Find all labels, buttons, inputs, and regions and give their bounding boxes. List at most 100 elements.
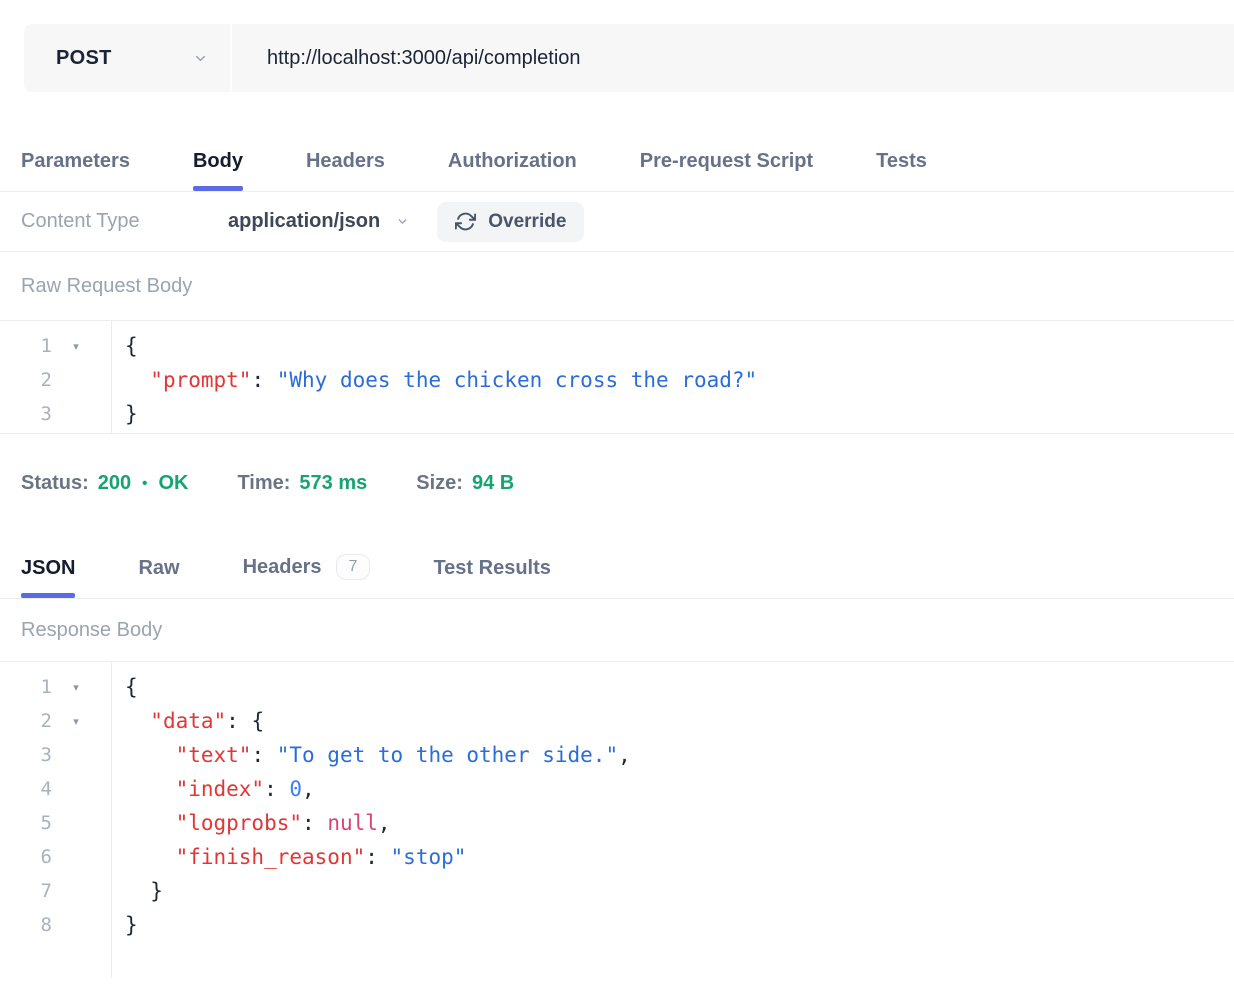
active-tab-underline xyxy=(243,593,371,598)
size-group: Size: 94 B xyxy=(416,472,514,495)
active-tab-underline xyxy=(448,186,577,191)
response-body-header: Response Body xyxy=(0,599,1234,662)
tab-raw[interactable]: Raw xyxy=(138,557,179,598)
tab-authorization[interactable]: Authorization xyxy=(448,150,577,191)
request-body-editor[interactable]: 1▾2▾3▾{ "prompt": "Why does the chicken … xyxy=(0,321,1234,434)
fold-arrow-icon[interactable]: ▾ xyxy=(52,715,100,728)
chevron-down-icon xyxy=(396,215,409,228)
request-url-bar: POST http://localhost:3000/api/completio… xyxy=(24,24,1234,92)
tab-json[interactable]: JSON xyxy=(21,557,75,598)
code-line: { xyxy=(125,670,1234,704)
line-number: 7 xyxy=(18,880,52,902)
active-tab-underline xyxy=(21,593,75,598)
size-label: Size: xyxy=(416,472,463,495)
section-title: Raw Request Body xyxy=(21,275,192,298)
line-number: 8 xyxy=(18,914,52,936)
time-value: 573 ms xyxy=(299,472,367,495)
code-line: "index": 0, xyxy=(125,772,1234,806)
line-number: 3 xyxy=(18,403,52,425)
code-line: "logprobs": null, xyxy=(125,806,1234,840)
content-type-label: Content Type xyxy=(21,210,228,233)
tab-headers[interactable]: Headers 7 xyxy=(243,554,371,598)
time-group: Time: 573 ms xyxy=(237,472,367,495)
url-input[interactable]: http://localhost:3000/api/completion xyxy=(232,24,1234,92)
status-code: 200 xyxy=(98,472,131,495)
content-type-select[interactable]: application/json xyxy=(228,210,409,233)
tab-label: Parameters xyxy=(21,150,130,173)
gutter-line: 5▾ xyxy=(0,806,111,840)
active-tab-underline xyxy=(138,593,179,598)
tab-parameters[interactable]: Parameters xyxy=(21,150,130,191)
line-number: 1 xyxy=(18,335,52,357)
gutter-line: 6▾ xyxy=(0,840,111,874)
response-tabs: JSON Raw Headers 7 Test Results xyxy=(0,533,1234,599)
tab-body[interactable]: Body xyxy=(193,150,243,191)
active-tab-underline xyxy=(433,593,550,598)
tab-label: Test Results xyxy=(433,557,550,580)
gutter-line: 4▾ xyxy=(0,772,111,806)
code-line: "finish_reason": "stop" xyxy=(125,840,1234,874)
line-number: 5 xyxy=(18,812,52,834)
code-line: } xyxy=(125,874,1234,908)
status-label: Status: xyxy=(21,472,89,495)
tab-label: Body xyxy=(193,150,243,173)
tab-test-results[interactable]: Test Results xyxy=(433,557,550,598)
editor-gutter: 1▾ 2 ▾ 3▾ xyxy=(0,321,112,433)
gutter-line: 1▾ xyxy=(0,670,111,704)
code-line: "text": "To get to the other side.", xyxy=(125,738,1234,772)
tab-headers[interactable]: Headers xyxy=(306,150,385,191)
status-bullet: • xyxy=(142,475,147,492)
gutter-line: 3▾ xyxy=(0,738,111,772)
line-number: 6 xyxy=(18,846,52,868)
tab-tests[interactable]: Tests xyxy=(876,150,927,191)
gutter-line: 3▾ xyxy=(0,397,111,431)
tab-pre-request-script[interactable]: Pre-request Script xyxy=(640,150,813,191)
section-title: Response Body xyxy=(21,619,162,642)
size-value: 94 B xyxy=(472,472,514,495)
code-line: } xyxy=(125,397,1234,431)
override-button[interactable]: Override xyxy=(437,202,584,242)
code-line: { xyxy=(125,329,1234,363)
line-number: 2 xyxy=(18,710,52,732)
gutter-line: 8▾ xyxy=(0,908,111,942)
method-label: POST xyxy=(56,47,112,70)
gutter-line: 2▾ xyxy=(0,704,111,738)
request-tabs: Parameters Body Headers Authorization Pre-re… xyxy=(0,92,1234,192)
editor-code-area[interactable]: { "data": { "text": "To get to the other… xyxy=(112,662,1234,978)
tab-label: Authorization xyxy=(448,150,577,173)
status-group: Status: 200 • OK xyxy=(21,472,188,495)
active-tab-underline xyxy=(21,186,130,191)
code-line: "prompt": "Why does the chicken cross th… xyxy=(125,363,1234,397)
code-line: } xyxy=(125,908,1234,942)
content-type-value: application/json xyxy=(228,210,380,233)
tab-label: Headers xyxy=(306,150,385,173)
active-tab-underline xyxy=(193,186,243,191)
active-tab-underline xyxy=(876,186,927,191)
content-type-row: Content Type application/json Override xyxy=(0,192,1234,252)
tab-label: Headers xyxy=(243,556,322,579)
fold-arrow-icon[interactable]: ▾ xyxy=(52,340,100,353)
response-status-bar: Status: 200 • OK Time: 573 ms Size: 94 B xyxy=(0,434,1234,533)
response-body-editor[interactable]: 1▾2▾3▾4▾5▾6▾7▾8▾{ "data": { "text": "To … xyxy=(0,662,1234,978)
fold-arrow-icon[interactable]: ▾ xyxy=(52,681,100,694)
line-number: 3 xyxy=(18,744,52,766)
time-label: Time: xyxy=(237,472,290,495)
active-tab-underline xyxy=(640,186,813,191)
editor-code-area[interactable]: { "prompt": "Why does the chicken cross … xyxy=(112,321,1234,433)
status-text: OK xyxy=(158,472,188,495)
tab-label: Tests xyxy=(876,150,927,173)
line-number: 2 xyxy=(18,369,52,391)
line-number: 1 xyxy=(18,676,52,698)
code-line: "data": { xyxy=(125,704,1234,738)
line-number: 4 xyxy=(18,778,52,800)
headers-count-badge: 7 xyxy=(336,554,371,580)
raw-request-body-header: Raw Request Body xyxy=(0,252,1234,321)
editor-gutter: 1▾2▾3▾4▾5▾6▾7▾8▾ xyxy=(0,662,112,978)
tab-label: Raw xyxy=(138,557,179,580)
tab-label: Pre-request Script xyxy=(640,150,813,173)
override-label: Override xyxy=(488,211,566,233)
refresh-icon xyxy=(455,211,476,232)
active-tab-underline xyxy=(306,186,385,191)
gutter-line: 1▾ xyxy=(0,329,111,363)
method-selector[interactable]: POST xyxy=(24,24,232,92)
